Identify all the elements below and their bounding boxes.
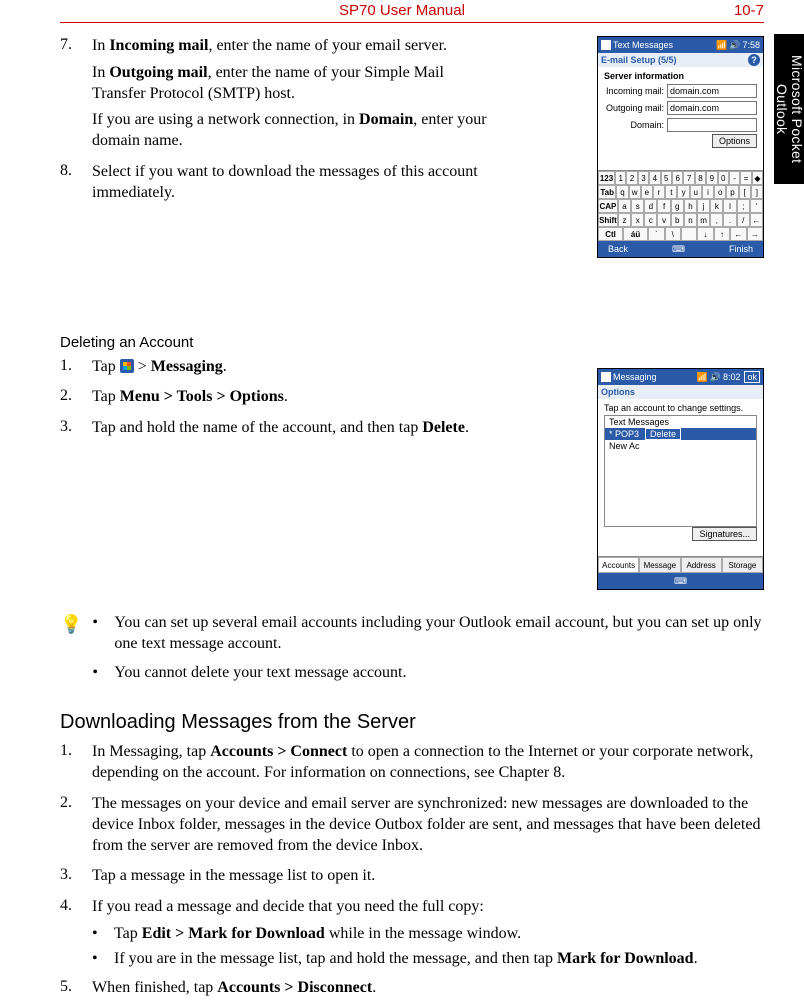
step-7-para2: In Outgoing mail, enter the name of your… [92, 63, 490, 105]
dl-step-5: 5. When finished, tap Accounts > Disconn… [60, 978, 764, 1005]
tip-2-text: You cannot delete your text message acco… [114, 663, 406, 684]
dl-step-5-num: 5. [60, 978, 78, 1005]
step-8: 8. Select if you want to download the me… [60, 162, 490, 210]
header-page-number: 10-7 [734, 2, 764, 19]
dl-step-1-text: In Messaging, tap Accounts > Connect to … [92, 742, 764, 784]
del-step-3: 3. Tap and hold the name of the account,… [60, 418, 490, 445]
tip-2: •You cannot delete your text message acc… [92, 663, 764, 684]
del-step-3-num: 3. [60, 418, 78, 445]
del-step-2: 2. Tap Menu > Tools > Options. [60, 387, 490, 414]
dl-step-4-text: If you read a message and decide that yo… [92, 897, 764, 918]
step-7-para3: If you are using a network connection, i… [92, 110, 490, 152]
step-7-para1: In Incoming mail, enter the name of your… [92, 36, 490, 57]
start-icon [120, 359, 134, 373]
side-tab: Microsoft PocketOutlook [774, 34, 804, 184]
dl-step-5-text: When finished, tap Accounts > Disconnect… [92, 978, 764, 999]
dl-step-2: 2. The messages on your device and email… [60, 794, 764, 862]
del-step-1-text: Tap > Messaging. [92, 357, 490, 378]
dl-step-1-num: 1. [60, 742, 78, 790]
section1-steps: 7. In Incoming mail, enter the name of y… [60, 36, 490, 210]
dl-step-2-num: 2. [60, 794, 78, 862]
tip-1-text: You can set up several email accounts in… [114, 613, 764, 655]
del-step-1-num: 1. [60, 357, 78, 384]
header-rule [60, 22, 764, 23]
del-step-2-num: 2. [60, 387, 78, 414]
dl-step-4-sub2: •If you are in the message list, tap and… [92, 949, 764, 970]
dl-step-1: 1. In Messaging, tap Accounts > Connect … [60, 742, 764, 790]
heading-downloading-messages: Downloading Messages from the Server [60, 711, 764, 734]
dl-step-4-num: 4. [60, 897, 78, 973]
dl-step-3: 3. Tap a message in the message list to … [60, 866, 764, 893]
dl-step-4-sub1: •Tap Edit > Mark for Download while in t… [92, 924, 764, 945]
dl-step-3-text: Tap a message in the message list to ope… [92, 866, 764, 887]
side-tab-line2: Outlook [774, 84, 790, 134]
dl-step-4: 4. If you read a message and decide that… [60, 897, 764, 973]
header-title: SP70 User Manual [0, 2, 804, 19]
step-8-para1: Select if you want to download the messa… [92, 162, 490, 204]
dl-step-2-text: The messages on your device and email se… [92, 794, 764, 856]
step-8-number: 8. [60, 162, 78, 210]
heading-deleting-account: Deleting an Account [60, 334, 764, 351]
del-step-3-text: Tap and hold the name of the account, an… [92, 418, 490, 439]
del-step-1: 1. Tap > Messaging. [60, 357, 490, 384]
step-7: 7. In Incoming mail, enter the name of y… [60, 36, 490, 158]
section3-steps: 1. In Messaging, tap Accounts > Connect … [60, 742, 764, 1004]
side-tab-line1: Microsoft Pocket [789, 55, 804, 163]
del-step-2-text: Tap Menu > Tools > Options. [92, 387, 490, 408]
step-7-number: 7. [60, 36, 78, 158]
section2-steps: 1. Tap > Messaging. 2. Tap Menu > Tools … [60, 357, 490, 445]
dl-step-3-num: 3. [60, 866, 78, 893]
dl-step-4-subs: •Tap Edit > Mark for Download while in t… [92, 924, 764, 970]
tips-block: 💡 •You can set up several email accounts… [60, 613, 764, 691]
tip-1: •You can set up several email accounts i… [92, 613, 764, 655]
lightbulb-icon: 💡 [60, 615, 82, 691]
